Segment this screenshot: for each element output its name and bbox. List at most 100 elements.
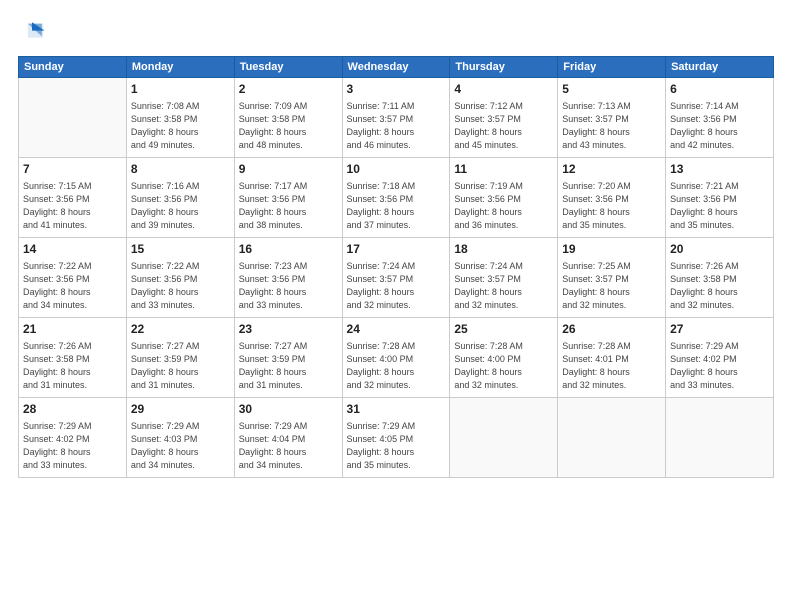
calendar-page: SundayMondayTuesdayWednesdayThursdayFrid… [0,0,792,612]
calendar-cell: 31 Sunrise: 7:29 AMSunset: 4:05 PMDayligh… [342,398,450,478]
calendar-cell: 13 Sunrise: 7:21 AMSunset: 3:56 PMDayligh… [666,158,774,238]
day-info: Sunrise: 7:29 AMSunset: 4:05 PMDaylight:… [347,420,446,472]
day-number: 4 [454,81,553,98]
calendar-cell: 24Sunrise: 7:28 AMSunset: 4:00 PMDayligh… [342,318,450,398]
calendar-cell: 12Sunrise: 7:20 AMSunset: 3:56 PMDayligh… [558,158,666,238]
calendar-week-row: 21Sunrise: 7:26 AMSunset: 3:58 PMDayligh… [19,318,774,398]
day-number: 10 [347,161,446,178]
calendar-cell: 5Sunrise: 7:13 AMSunset: 3:57 PMDaylight… [558,78,666,158]
day-info: Sunrise: 7:24 AMSunset: 3:57 PMDaylight:… [454,260,553,312]
calendar-header-wednesday: Wednesday [342,57,450,78]
day-number: 8 [131,161,230,178]
calendar-week-row: 14 Sunrise: 7:22 AMSunset: 3:56 PMDayligh… [19,238,774,318]
calendar-header-friday: Friday [558,57,666,78]
calendar-cell: 30 Sunrise: 7:29 AMSunset: 4:04 PMDayligh… [234,398,342,478]
day-info: Sunrise: 7:29 AMSunset: 4:03 PMDaylight:… [131,420,230,472]
calendar-week-row: 7Sunrise: 7:15 AMSunset: 3:56 PMDaylight… [19,158,774,238]
calendar-week-row: 28 Sunrise: 7:29 AMSunset: 4:02 PMDayligh… [19,398,774,478]
day-info: Sunrise: 7:23 AMSunset: 3:56 PMDaylight:… [239,260,338,312]
calendar-header-row: SundayMondayTuesdayWednesdayThursdayFrid… [19,57,774,78]
day-number: 5 [562,81,661,98]
calendar-cell: 9 Sunrise: 7:17 AMSunset: 3:56 PMDaylight… [234,158,342,238]
day-info: Sunrise: 7:29 AMSunset: 4:04 PMDaylight:… [239,420,338,472]
day-number: 24 [347,321,446,338]
day-number: 19 [562,241,661,258]
logo [18,18,50,46]
day-number: 20 [670,241,769,258]
day-info: Sunrise: 7:17 AMSunset: 3:56 PMDaylight:… [239,180,338,232]
day-info: Sunrise: 7:21 AMSunset: 3:56 PMDaylight:… [670,180,769,232]
day-info: Sunrise: 7:27 AMSunset: 3:59 PMDaylight:… [239,340,338,392]
day-number: 27 [670,321,769,338]
day-info: Sunrise: 7:18 AMSunset: 3:56 PMDaylight:… [347,180,446,232]
day-number: 13 [670,161,769,178]
calendar-header-sunday: Sunday [19,57,127,78]
day-info: Sunrise: 7:19 AMSunset: 3:56 PMDaylight:… [454,180,553,232]
day-number: 22 [131,321,230,338]
day-number: 1 [131,81,230,98]
day-info: Sunrise: 7:24 AMSunset: 3:57 PMDaylight:… [347,260,446,312]
calendar-cell: 28 Sunrise: 7:29 AMSunset: 4:02 PMDayligh… [19,398,127,478]
calendar-cell: 2Sunrise: 7:09 AMSunset: 3:58 PMDaylight… [234,78,342,158]
day-info: Sunrise: 7:11 AMSunset: 3:57 PMDaylight:… [347,100,446,152]
day-info: Sunrise: 7:22 AMSunset: 3:56 PMDaylight:… [23,260,122,312]
day-number: 3 [347,81,446,98]
calendar-cell [19,78,127,158]
day-number: 6 [670,81,769,98]
calendar-cell: 1 Sunrise: 7:08 AMSunset: 3:58 PMDaylight… [126,78,234,158]
calendar-cell: 6 Sunrise: 7:14 AMSunset: 3:56 PMDaylight… [666,78,774,158]
day-info: Sunrise: 7:26 AMSunset: 3:58 PMDaylight:… [670,260,769,312]
day-number: 11 [454,161,553,178]
calendar-header-tuesday: Tuesday [234,57,342,78]
day-number: 21 [23,321,122,338]
logo-icon [18,18,46,46]
day-number: 14 [23,241,122,258]
calendar-cell: 23Sunrise: 7:27 AMSunset: 3:59 PMDayligh… [234,318,342,398]
day-info: Sunrise: 7:20 AMSunset: 3:56 PMDaylight:… [562,180,661,232]
day-info: Sunrise: 7:28 AMSunset: 4:01 PMDaylight:… [562,340,661,392]
day-number: 9 [239,161,338,178]
calendar-cell: 10 Sunrise: 7:18 AMSunset: 3:56 PMDayligh… [342,158,450,238]
calendar-cell: 25 Sunrise: 7:28 AMSunset: 4:00 PMDayligh… [450,318,558,398]
calendar-cell: 22Sunrise: 7:27 AMSunset: 3:59 PMDayligh… [126,318,234,398]
calendar-cell: 17 Sunrise: 7:24 AMSunset: 3:57 PMDayligh… [342,238,450,318]
calendar-cell: 3 Sunrise: 7:11 AMSunset: 3:57 PMDaylight… [342,78,450,158]
calendar-cell: 26 Sunrise: 7:28 AMSunset: 4:01 PMDayligh… [558,318,666,398]
calendar-header-monday: Monday [126,57,234,78]
header [18,18,774,46]
calendar-table: SundayMondayTuesdayWednesdayThursdayFrid… [18,56,774,478]
calendar-cell [558,398,666,478]
day-info: Sunrise: 7:22 AMSunset: 3:56 PMDaylight:… [131,260,230,312]
calendar-week-row: 1 Sunrise: 7:08 AMSunset: 3:58 PMDaylight… [19,78,774,158]
day-number: 17 [347,241,446,258]
day-number: 28 [23,401,122,418]
day-info: Sunrise: 7:14 AMSunset: 3:56 PMDaylight:… [670,100,769,152]
day-info: Sunrise: 7:29 AMSunset: 4:02 PMDaylight:… [23,420,122,472]
day-number: 18 [454,241,553,258]
calendar-cell [666,398,774,478]
day-number: 31 [347,401,446,418]
calendar-cell: 27 Sunrise: 7:29 AMSunset: 4:02 PMDayligh… [666,318,774,398]
calendar-cell: 18 Sunrise: 7:24 AMSunset: 3:57 PMDayligh… [450,238,558,318]
calendar-cell: 29 Sunrise: 7:29 AMSunset: 4:03 PMDayligh… [126,398,234,478]
day-info: Sunrise: 7:15 AMSunset: 3:56 PMDaylight:… [23,180,122,232]
calendar-cell: 20 Sunrise: 7:26 AMSunset: 3:58 PMDayligh… [666,238,774,318]
day-number: 29 [131,401,230,418]
calendar-cell: 8 Sunrise: 7:16 AMSunset: 3:56 PMDaylight… [126,158,234,238]
day-info: Sunrise: 7:16 AMSunset: 3:56 PMDaylight:… [131,180,230,232]
day-info: Sunrise: 7:25 AMSunset: 3:57 PMDaylight:… [562,260,661,312]
day-info: Sunrise: 7:09 AMSunset: 3:58 PMDaylight:… [239,100,338,152]
calendar-cell: 16Sunrise: 7:23 AMSunset: 3:56 PMDayligh… [234,238,342,318]
day-number: 25 [454,321,553,338]
day-info: Sunrise: 7:28 AMSunset: 4:00 PMDaylight:… [454,340,553,392]
day-number: 30 [239,401,338,418]
day-info: Sunrise: 7:12 AMSunset: 3:57 PMDaylight:… [454,100,553,152]
day-info: Sunrise: 7:29 AMSunset: 4:02 PMDaylight:… [670,340,769,392]
day-info: Sunrise: 7:08 AMSunset: 3:58 PMDaylight:… [131,100,230,152]
calendar-cell [450,398,558,478]
calendar-cell: 15Sunrise: 7:22 AMSunset: 3:56 PMDayligh… [126,238,234,318]
calendar-header-saturday: Saturday [666,57,774,78]
calendar-cell: 4 Sunrise: 7:12 AMSunset: 3:57 PMDaylight… [450,78,558,158]
calendar-cell: 19 Sunrise: 7:25 AMSunset: 3:57 PMDayligh… [558,238,666,318]
day-number: 26 [562,321,661,338]
